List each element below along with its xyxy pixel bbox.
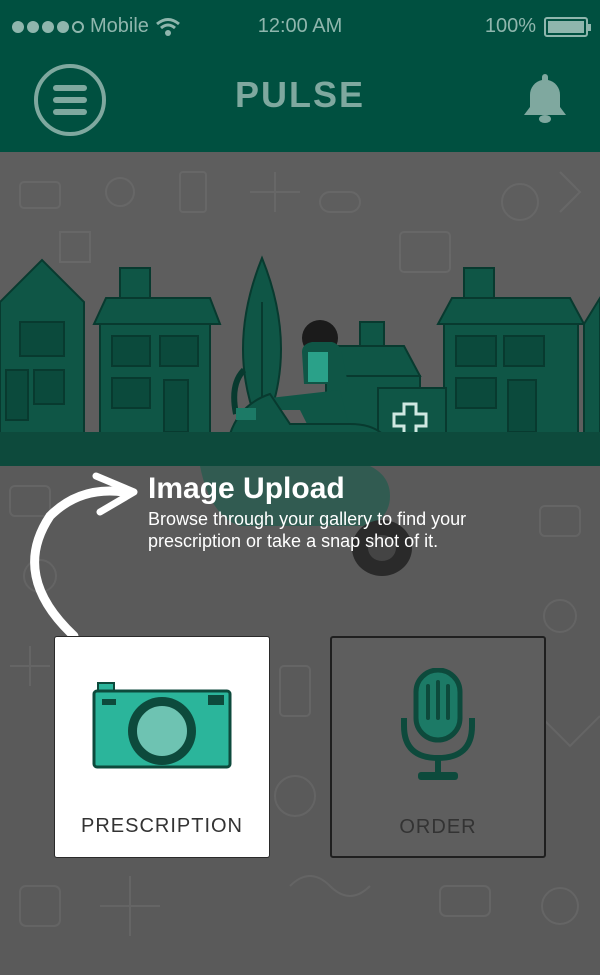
order-card[interactable]: ORDER (330, 636, 546, 858)
battery-group: 100% (484, 15, 591, 38)
bell-icon[interactable] (522, 72, 568, 126)
delivery-illustration (0, 152, 600, 466)
prescription-label: PRESCRIPTION (80, 815, 244, 837)
status-bar: Mobile 12:00 AM 100% (0, 0, 600, 54)
tip-description: Browse through your gallery to find your… (148, 509, 467, 551)
order-label: ORDER (399, 816, 477, 838)
app-header: Mobile 12:00 AM 100% PULSE (0, 0, 600, 152)
town-scene-illustration (0, 171, 600, 465)
microphone-icon (401, 668, 475, 780)
prescription-card[interactable]: PRESCRIPTION (54, 636, 270, 858)
street-band (0, 432, 600, 466)
battery-icon (544, 16, 591, 37)
camera-icon (92, 682, 232, 769)
tip-title: Image Upload (148, 472, 345, 505)
app-title: PULSE (234, 74, 366, 115)
battery-percent: 100% (484, 15, 536, 37)
